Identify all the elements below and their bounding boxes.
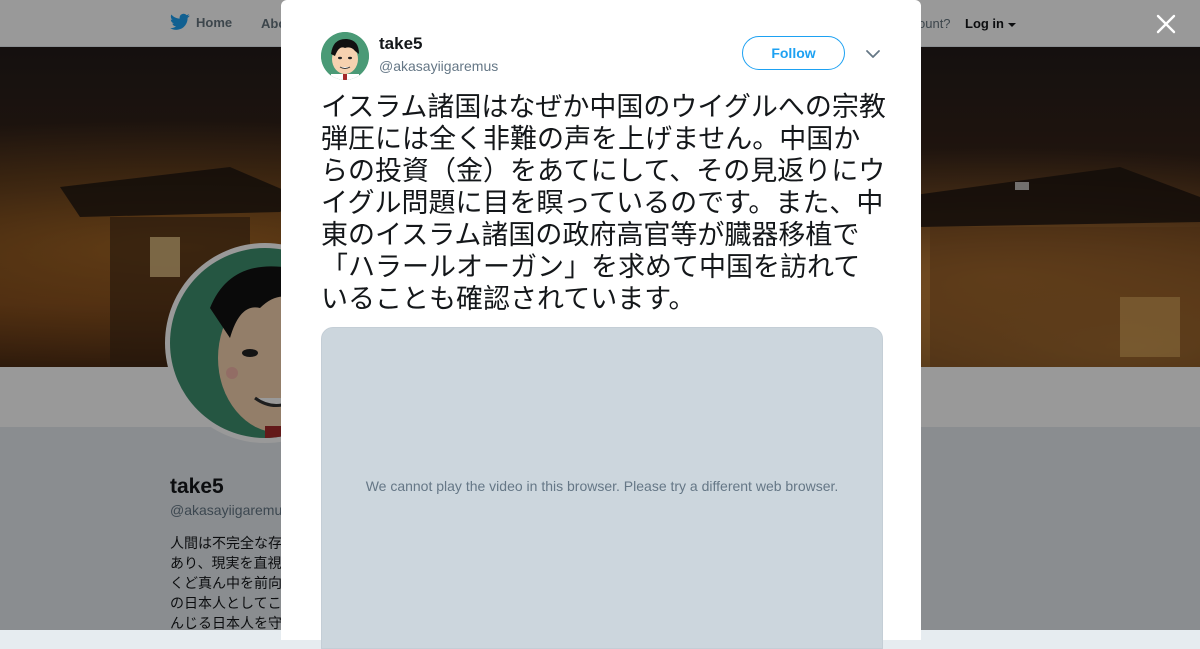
tweet-author-handle[interactable]: @akasayiigaremus bbox=[379, 58, 498, 74]
tweet-modal: take5 @akasayiigaremus Follow イスラム諸国はなぜか… bbox=[281, 0, 921, 649]
tweet-text: イスラム諸国はなぜか中国のウイグルへの宗教弾圧には全く非難の声を上げません。中国… bbox=[321, 92, 886, 315]
tweet-author-name[interactable]: take5 bbox=[379, 34, 422, 54]
tweet-menu-button[interactable] bbox=[864, 46, 882, 62]
tweet-author-avatar[interactable] bbox=[321, 32, 369, 80]
video-error-message: We cannot play the video in this browser… bbox=[365, 478, 839, 494]
author-avatar-illustration bbox=[321, 32, 369, 80]
tweet-video-player[interactable]: We cannot play the video in this browser… bbox=[321, 327, 883, 649]
close-icon bbox=[1156, 14, 1176, 34]
close-button[interactable] bbox=[1152, 10, 1180, 38]
follow-button[interactable]: Follow bbox=[742, 36, 845, 70]
chevron-down-icon bbox=[866, 50, 880, 58]
